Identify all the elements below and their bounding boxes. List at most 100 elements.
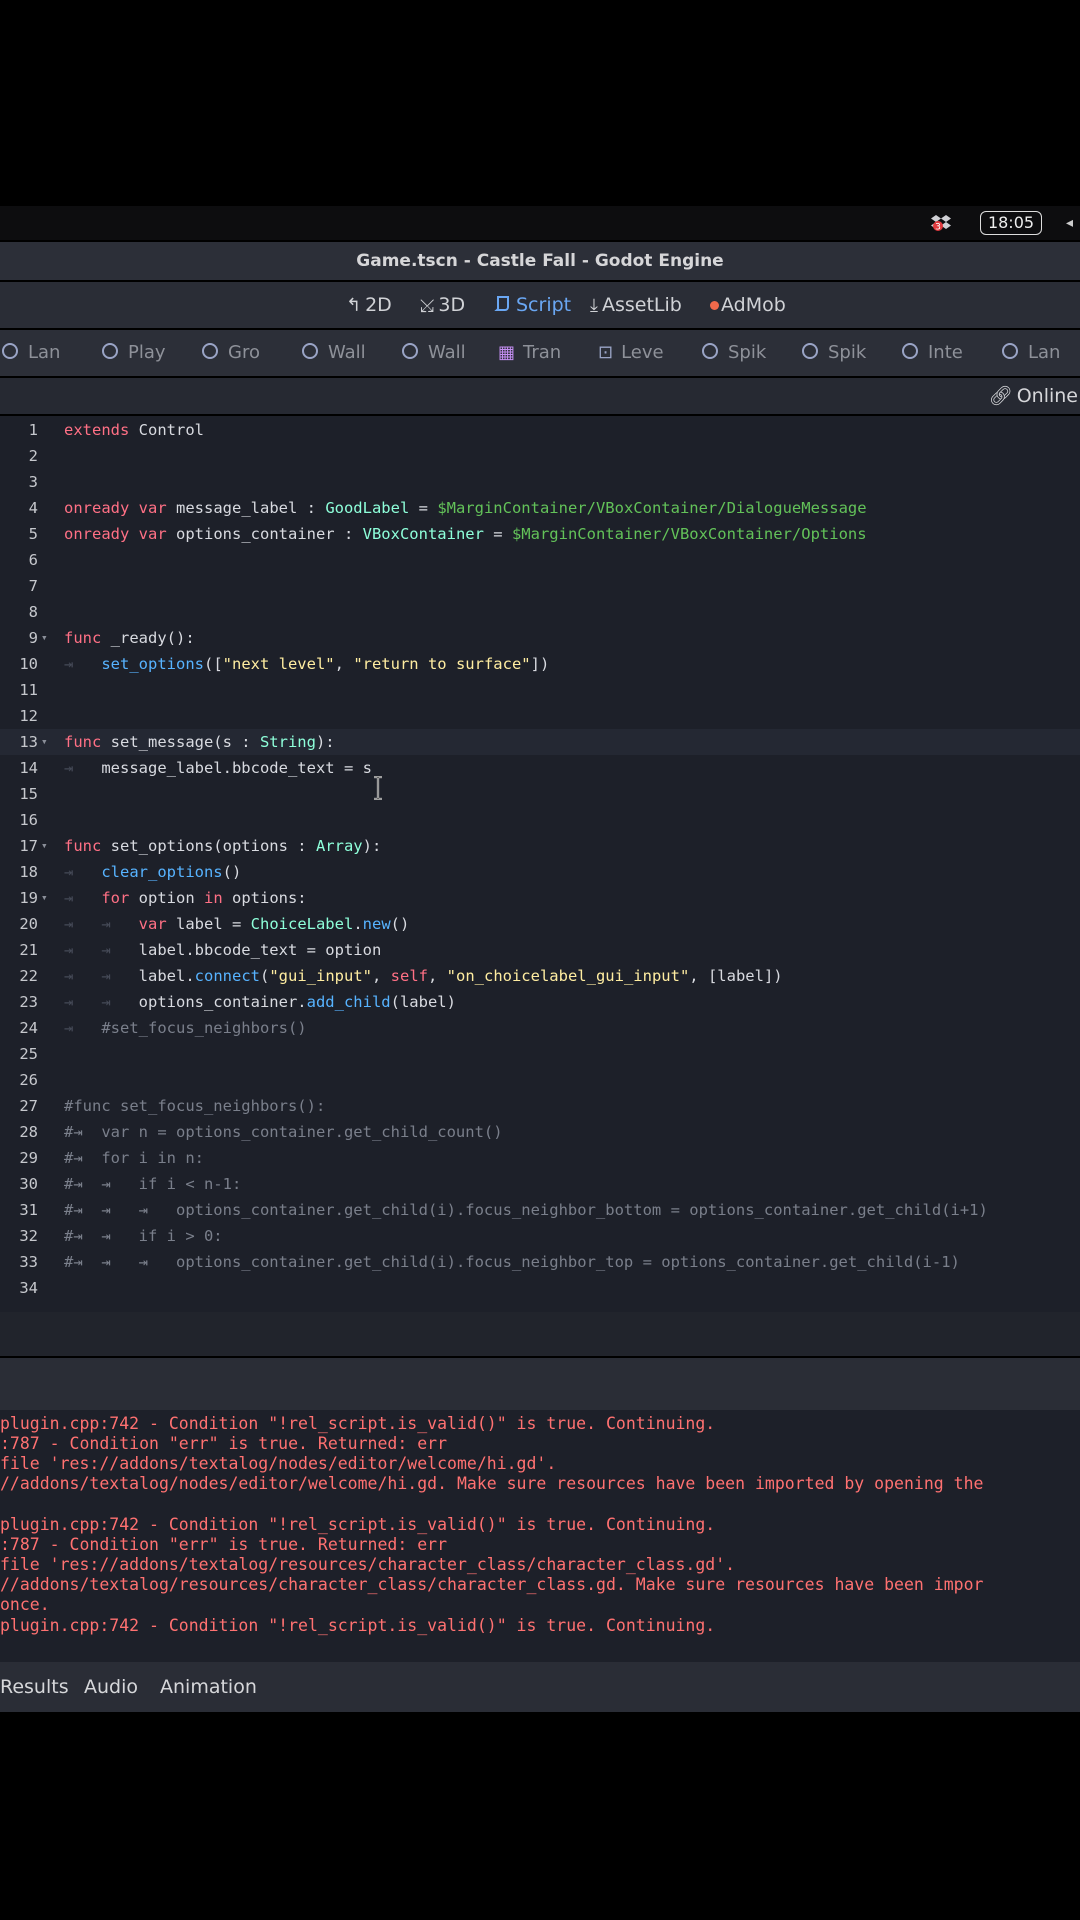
code-line: 24 ⇥ #set_focus_neighbors() xyxy=(0,1015,1080,1041)
code-line: 11 xyxy=(0,677,1080,703)
code-line: 16 xyxy=(0,807,1080,833)
2d-icon: ↰ xyxy=(346,295,362,316)
line-number: 29 xyxy=(19,1149,38,1167)
scene-tab-label: Spik xyxy=(728,342,767,363)
log-line: //addons/textalog/nodes/editor/welcome/h… xyxy=(0,1474,984,1493)
log-line: :787 - Condition "err" is true. Returned… xyxy=(0,1434,448,1453)
output-toolbar xyxy=(0,1358,1080,1410)
scene-tab[interactable]: Play xyxy=(102,330,166,376)
fold-arrow-icon[interactable]: ▾ xyxy=(41,625,48,651)
fold-arrow-icon[interactable]: ▾ xyxy=(41,833,48,859)
3d-icon: ⤩ xyxy=(420,295,435,316)
code-line: 28 #⇥ var n = options_container.get_child… xyxy=(0,1119,1080,1145)
scene-tab-label: Spik xyxy=(828,342,867,363)
code-text: func set_message(s : String): xyxy=(64,733,335,751)
scene-tab[interactable]: Spik xyxy=(802,330,866,376)
scene-tab[interactable]: Lan xyxy=(2,330,60,376)
line-number: 8 xyxy=(28,603,38,621)
code-editor[interactable]: 1 extends Control 2 3 4 onready var messag… xyxy=(0,416,1080,1312)
code-text: func _ready(): xyxy=(64,629,195,647)
tab-3d-label: 3D xyxy=(438,294,466,316)
scene-tab-label: Play xyxy=(128,342,166,363)
scene-tab[interactable]: Wall xyxy=(302,330,366,376)
line-number: 12 xyxy=(19,707,38,725)
code-text: ⇥ ⇥ var label = ChoiceLabel.new() xyxy=(64,915,410,933)
code-text: #⇥ ⇥ ⇥ options_container.get_child(i).fo… xyxy=(64,1253,960,1271)
tab-animation[interactable]: Animation xyxy=(160,1662,257,1712)
scene-tab-label: Wall xyxy=(428,342,466,363)
scene-tab-label: Gro xyxy=(228,342,260,363)
code-text: extends Control xyxy=(64,421,204,439)
code-line: 10 ⇥ set_options(["next level", "return t… xyxy=(0,651,1080,677)
code-line: 23 ⇥ ⇥ options_container.add_child(label) xyxy=(0,989,1080,1015)
scene-tab-label: Lan xyxy=(28,342,61,363)
scene-tab[interactable]: Gro xyxy=(202,330,260,376)
tab-script[interactable]: Script xyxy=(494,282,571,328)
code-text: onready var options_container : VBoxCont… xyxy=(64,525,867,543)
line-number: 22 xyxy=(19,967,38,985)
line-number: 11 xyxy=(19,681,38,699)
tab-audio[interactable]: Audio xyxy=(84,1662,138,1712)
line-number: 3 xyxy=(28,473,38,491)
code-line: 19 ▾ ⇥ for option in options: xyxy=(0,885,1080,911)
fold-arrow-icon[interactable]: ▾ xyxy=(41,885,48,911)
scene-tab-label: Inte xyxy=(928,342,963,363)
code-text: #⇥ ⇥ if i > 0: xyxy=(64,1227,223,1245)
code-text: ⇥ ⇥ label.bbcode_text = option xyxy=(64,941,382,959)
code-line: 3 xyxy=(0,469,1080,495)
tab-search-results[interactable]: Results xyxy=(0,1662,69,1712)
clock[interactable]: 18:05 xyxy=(980,211,1042,235)
scene-tab[interactable]: ▦ Tran xyxy=(498,330,561,376)
line-number: 31 xyxy=(19,1201,38,1219)
tab-3d[interactable]: ⤩ 3D xyxy=(420,282,465,328)
code-text: #func set_focus_neighbors(): xyxy=(64,1097,326,1115)
dropbox-icon[interactable]: 3 xyxy=(930,212,952,234)
scene-tab-label: Leve xyxy=(621,342,664,363)
text-cursor-icon xyxy=(374,776,382,800)
line-number: 24 xyxy=(19,1019,38,1037)
scene-tab[interactable]: Wall xyxy=(402,330,466,376)
assetlib-icon: ⤓ xyxy=(590,295,598,316)
code-line: 31 #⇥ ⇥ ⇥ options_container.get_child(i).… xyxy=(0,1197,1080,1223)
node-icon xyxy=(202,343,218,359)
admob-icon xyxy=(710,301,719,310)
node-icon xyxy=(102,343,118,359)
script-toolbar: 🔗︎ Online xyxy=(0,378,1080,414)
node-icon xyxy=(902,343,918,359)
code-text: #⇥ ⇥ if i < n-1: xyxy=(64,1175,242,1193)
log-line: plugin.cpp:742 - Condition "!rel_script.… xyxy=(0,1616,716,1635)
code-text: #⇥ ⇥ ⇥ options_container.get_child(i).fo… xyxy=(64,1201,988,1219)
editor-status-bar xyxy=(0,1312,1080,1356)
scene-tab[interactable]: Lan xyxy=(1002,330,1060,376)
code-text: onready var message_label : GoodLabel = … xyxy=(64,499,867,517)
line-number: 10 xyxy=(19,655,38,673)
log-line: file 'res://addons/textalog/nodes/editor… xyxy=(0,1454,557,1473)
output-log[interactable]: plugin.cpp:742 - Condition "!rel_script.… xyxy=(0,1410,1080,1662)
code-line: 25 xyxy=(0,1041,1080,1067)
scene-tab[interactable]: ⊡ Leve xyxy=(598,330,664,376)
reference-rect-icon: ⊡ xyxy=(598,342,614,363)
scene-tab-label: Tran xyxy=(523,342,562,363)
code-line: 8 xyxy=(0,599,1080,625)
node-icon xyxy=(1002,343,1018,359)
code-line: 5 onready var options_container : VBoxCon… xyxy=(0,521,1080,547)
scene-tab[interactable]: Inte xyxy=(902,330,963,376)
online-docs-button[interactable]: 🔗︎ Online xyxy=(989,378,1078,414)
line-number: 14 xyxy=(19,759,38,777)
log-line: once. xyxy=(0,1595,50,1614)
fold-arrow-icon[interactable]: ▾ xyxy=(41,729,48,755)
line-number: 6 xyxy=(28,551,38,569)
tab-assetlib[interactable]: ⤓ AssetLib xyxy=(590,282,682,328)
online-docs-label: Online xyxy=(1016,385,1078,407)
code-line: 17 ▾ func set_options(options : Array): xyxy=(0,833,1080,859)
code-line: 2 xyxy=(0,443,1080,469)
code-text: func set_options(options : Array): xyxy=(64,837,382,855)
code-line: 21 ⇥ ⇥ label.bbcode_text = option xyxy=(0,937,1080,963)
scene-tab[interactable]: Spik xyxy=(702,330,766,376)
tab-admob[interactable]: AdMob xyxy=(710,282,786,328)
code-text: ⇥ ⇥ label.connect("gui_input", self, "on… xyxy=(64,967,783,985)
code-line: 34 xyxy=(0,1275,1080,1301)
tab-2d[interactable]: ↰ 2D xyxy=(346,282,392,328)
speaker-icon[interactable]: ◂ xyxy=(1066,215,1073,231)
bottom-panel-tabs: Results Audio Animation xyxy=(0,1662,1080,1712)
